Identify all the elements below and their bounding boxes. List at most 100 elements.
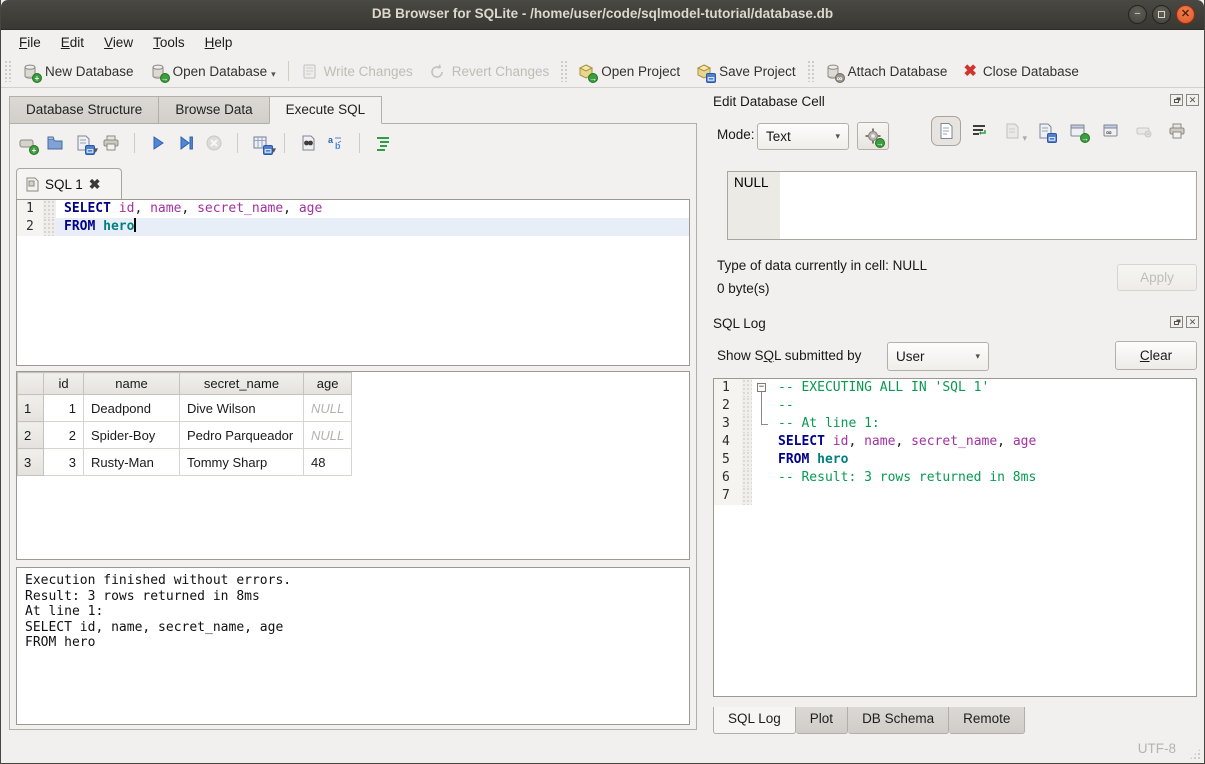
revert-changes-button[interactable]: Revert Changes <box>421 59 558 84</box>
resize-grip[interactable] <box>1189 748 1201 760</box>
open-database-button[interactable]: → Open Database ▾ <box>142 59 284 84</box>
column-header-secret-name[interactable]: secret_name <box>180 373 304 395</box>
column-header-age[interactable]: age <box>304 373 352 395</box>
execute-line-button[interactable] <box>177 134 195 152</box>
tab-browse-data[interactable]: Browse Data <box>158 96 268 124</box>
column-header-name[interactable]: name <box>84 373 180 395</box>
find-button[interactable] <box>299 134 317 152</box>
text-mode-icon[interactable] <box>937 122 955 140</box>
menu-view[interactable]: View <box>94 32 143 53</box>
tab-remote[interactable]: Remote <box>949 707 1025 734</box>
mode-select[interactable]: Text ▾ <box>757 123 849 150</box>
statusbar: UTF-8 <box>1 733 1204 763</box>
fold-margin <box>43 200 56 218</box>
table-row[interactable]: 2 2 Spider-Boy Pedro Parqueador NULL <box>18 422 352 449</box>
save-sql-file-button[interactable]: ▭ ▾ <box>74 134 92 152</box>
table-row[interactable]: 1 1 Deadpond Dive Wilson NULL <box>18 395 352 422</box>
menu-help[interactable]: Help <box>195 32 243 53</box>
sql-editor[interactable]: 1 SELECT id, name, secret_name, age 2 FR… <box>16 199 690 366</box>
close-panel-button[interactable]: ✕ <box>1186 94 1199 106</box>
fold-collapse-icon[interactable]: − <box>757 383 766 392</box>
menu-file[interactable]: File <box>9 32 51 53</box>
sql-toolbar: + ▭ ▾ <box>18 130 392 156</box>
set-null-icon[interactable] <box>1135 122 1153 140</box>
attach-database-button[interactable]: ∞ Attach Database <box>817 59 956 84</box>
export-data-icon[interactable]: ▭ <box>1036 122 1054 140</box>
maximize-button[interactable] <box>1152 5 1171 24</box>
replace-button[interactable]: ab <box>327 134 345 152</box>
sql-file-tab[interactable]: SQL 1 ✖ <box>16 168 122 199</box>
write-changes-button[interactable]: Write Changes <box>293 59 421 84</box>
float-panel-button[interactable] <box>1170 316 1183 328</box>
main-toolbar: + New Database → Open Database ▾ Write C… <box>1 55 1204 88</box>
auto-apply-button[interactable]: → <box>857 122 889 150</box>
text-cursor <box>134 218 136 232</box>
edit-cell-panel-title: Edit Database Cell <box>713 94 825 109</box>
toolbar-grip[interactable] <box>4 60 11 82</box>
save-project-button[interactable]: ▭ Save Project <box>688 59 804 84</box>
tab-db-schema[interactable]: DB Schema <box>848 707 949 734</box>
toolbar-grip[interactable] <box>560 60 567 82</box>
table-row[interactable]: 3 3 Rusty-Man Tommy Sharp 48 <box>18 449 352 476</box>
export-results-button[interactable]: ▭ ▾ <box>252 134 270 152</box>
execute-all-button[interactable] <box>149 134 167 152</box>
results-grid[interactable]: id name secret_name age 1 1 Deadpond Div… <box>16 371 690 560</box>
log-line: 1 − -- EXECUTING ALL IN 'SQL 1' <box>714 379 1196 397</box>
menu-edit[interactable]: Edit <box>51 32 94 53</box>
float-panel-button[interactable] <box>1170 94 1183 106</box>
corner-cell[interactable] <box>18 373 44 395</box>
sql-log-view[interactable]: 1 − -- EXECUTING ALL IN 'SQL 1' 2 -- 3 -… <box>713 378 1197 697</box>
close-button[interactable]: ✕ <box>1176 5 1195 24</box>
svg-text:a: a <box>328 135 334 145</box>
close-panel-button[interactable]: ✕ <box>1186 316 1199 328</box>
log-line: 3 -- At line 1: <box>714 415 1196 433</box>
encoding-indicator[interactable]: UTF-8 <box>1138 741 1176 756</box>
editor-line: 1 SELECT id, name, secret_name, age <box>17 200 689 218</box>
cell-type-info: Type of data currently in cell: NULL <box>717 258 927 273</box>
new-sql-tab-button[interactable]: + <box>18 134 36 152</box>
clear-log-button[interactable]: Clear <box>1115 341 1197 370</box>
export-results-dropdown-icon[interactable]: ▾ <box>271 145 276 156</box>
print-sql-button[interactable] <box>102 134 120 152</box>
cell-editor-toolbar: ▾ ▭ → ∞ <box>937 122 1186 140</box>
link-icon[interactable]: ∞ <box>1102 122 1120 140</box>
open-in-window-icon[interactable]: → <box>1069 122 1087 140</box>
format-sql-button[interactable] <box>374 134 392 152</box>
window-title: DB Browser for SQLite - /home/user/code/… <box>1 6 1204 21</box>
close-sql-tab-icon[interactable]: ✖ <box>89 176 101 193</box>
titlebar[interactable]: DB Browser for SQLite - /home/user/code/… <box>1 0 1204 30</box>
stop-execution-button[interactable] <box>205 134 223 152</box>
tab-database-structure[interactable]: Database Structure <box>9 96 158 124</box>
open-project-button[interactable]: → Open Project <box>570 59 688 84</box>
cell-value-editor[interactable]: NULL <box>727 171 1197 240</box>
toolbar-grip[interactable] <box>807 60 814 82</box>
open-sql-file-button[interactable] <box>46 134 64 152</box>
log-filter-select[interactable]: User ▾ <box>887 342 989 371</box>
tab-sql-log[interactable]: SQL Log <box>713 707 796 734</box>
menu-tools[interactable]: Tools <box>143 32 195 53</box>
app-window: DB Browser for SQLite - /home/user/code/… <box>0 0 1205 764</box>
database-attach-icon: ∞ <box>825 63 842 80</box>
fold-margin <box>43 218 56 236</box>
new-database-button[interactable]: + New Database <box>14 59 142 84</box>
sql-log-panel-title: SQL Log <box>713 316 766 331</box>
tab-execute-sql[interactable]: Execute SQL <box>269 96 383 124</box>
tab-plot[interactable]: Plot <box>796 707 848 734</box>
print-icon[interactable] <box>1168 122 1186 140</box>
apply-button[interactable]: Apply <box>1117 264 1197 291</box>
dock-tab-bar: SQL Log Plot DB Schema Remote <box>713 707 1025 734</box>
dock-area: Edit Database Cell ✕ Mode: Text ▾ → <box>703 88 1205 734</box>
log-line: 5 FROM hero <box>714 451 1196 469</box>
word-wrap-icon[interactable] <box>970 122 988 140</box>
close-database-icon: ✖ <box>963 63 976 80</box>
close-database-button[interactable]: ✖ Close Database <box>955 59 1086 84</box>
column-header-id[interactable]: id <box>44 373 84 395</box>
chevron-down-icon: ▾ <box>975 351 980 362</box>
save-sql-dropdown-icon[interactable]: ▾ <box>93 145 98 156</box>
minimize-button[interactable]: − <box>1128 5 1147 24</box>
chevron-down-icon: ▾ <box>835 131 840 142</box>
gear-icon: → <box>864 127 882 145</box>
float-icon <box>1174 321 1179 325</box>
open-database-dropdown-icon[interactable]: ▾ <box>271 69 276 80</box>
import-data-icon[interactable]: ▾ <box>1003 122 1021 140</box>
